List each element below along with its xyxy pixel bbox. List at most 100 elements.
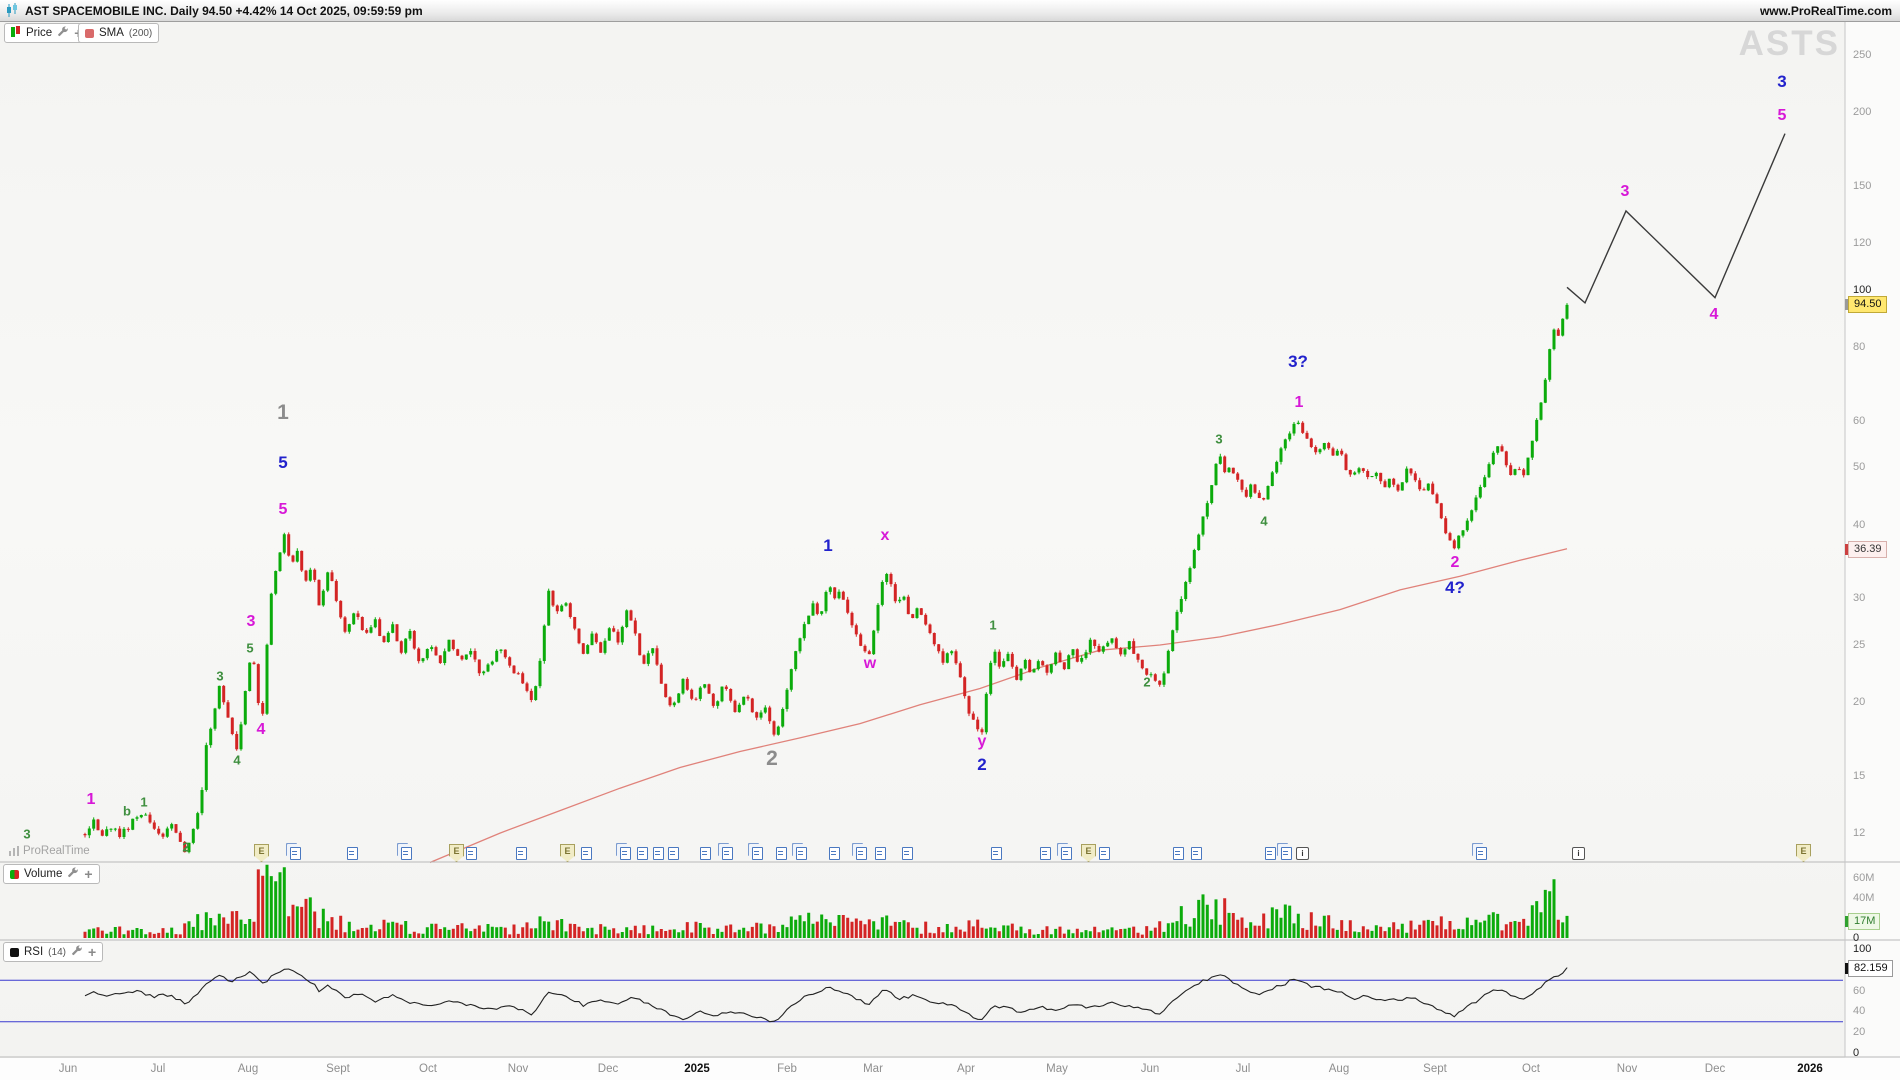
wave-label[interactable]: 3?: [1288, 352, 1308, 372]
news-event-icon[interactable]: [1040, 847, 1051, 860]
wave-label[interactable]: 1: [140, 795, 147, 810]
wave-label[interactable]: 2: [1451, 554, 1460, 572]
wave-label[interactable]: 4: [1710, 306, 1719, 324]
news-event-icon[interactable]: [1191, 847, 1202, 860]
news-event-icon[interactable]: [668, 847, 679, 860]
info-event-icon[interactable]: i: [1572, 847, 1585, 860]
price-indicator-chip[interactable]: Price +: [4, 23, 89, 43]
wave-label[interactable]: 1: [1295, 394, 1304, 412]
news-event-icon[interactable]: [1476, 847, 1487, 860]
news-event-icon[interactable]: [290, 847, 301, 860]
prorealtime-window: AST SPACEMOBILE INC. Daily 94.50 +4.42% …: [0, 0, 1900, 1080]
wave-label[interactable]: 4: [233, 753, 240, 768]
news-event-icon[interactable]: [1061, 847, 1072, 860]
chart-title: AST SPACEMOBILE INC. Daily 94.50 +4.42% …: [25, 4, 423, 18]
news-event-icon[interactable]: [902, 847, 913, 860]
news-event-icon[interactable]: [466, 847, 477, 860]
wave-label[interactable]: 3: [247, 613, 256, 631]
wave-label[interactable]: 2: [766, 747, 778, 771]
time-axis-label: 2026: [1797, 1063, 1823, 1075]
wave-projection-line: [1567, 134, 1785, 303]
price-axis-tick: 150: [1853, 180, 1871, 192]
time-axis-label: Sept: [326, 1063, 350, 1075]
wave-label[interactable]: b: [123, 804, 131, 819]
wave-label[interactable]: 4: [257, 721, 266, 739]
news-event-icon[interactable]: [637, 847, 648, 860]
news-event-icon[interactable]: [347, 847, 358, 860]
news-event-icon[interactable]: [1265, 847, 1276, 860]
price-axis-tick: 30: [1853, 592, 1865, 604]
price-axis-tick: 60: [1853, 415, 1865, 427]
volume-chip-label: Volume: [24, 868, 62, 880]
time-axis-label: Jul: [1236, 1063, 1251, 1075]
volume-indicator-chip[interactable]: Volume +: [3, 864, 100, 884]
wave-label[interactable]: 5: [278, 453, 287, 473]
news-event-icon[interactable]: [796, 847, 807, 860]
rsi-axis-tick: 20: [1853, 1026, 1865, 1038]
news-event-icon[interactable]: [752, 847, 763, 860]
rsi-axis-tick: 60: [1853, 985, 1865, 997]
add-indicator-icon[interactable]: +: [88, 947, 96, 957]
price-axis-tick: 15: [1853, 770, 1865, 782]
wave-label[interactable]: 3: [23, 827, 30, 842]
wave-label[interactable]: y: [978, 733, 987, 751]
news-event-icon[interactable]: [581, 847, 592, 860]
time-axis-label: Jun: [1141, 1063, 1160, 1075]
prorealtime-url: www.ProRealTime.com: [1760, 4, 1892, 18]
rsi-line: [85, 968, 1567, 1022]
rsi-value-label: 82.159: [1848, 960, 1893, 977]
wave-label[interactable]: 5: [1778, 107, 1787, 125]
wave-label[interactable]: 3: [216, 669, 223, 684]
candlestick-icon: [5, 3, 19, 18]
price-axis-tick: 100: [1853, 284, 1871, 296]
wave-label[interactable]: 5: [246, 641, 253, 656]
wave-label[interactable]: 1: [823, 536, 832, 556]
news-event-icon[interactable]: [856, 847, 867, 860]
news-event-icon[interactable]: [653, 847, 664, 860]
news-event-icon[interactable]: [1281, 847, 1292, 860]
wrench-icon[interactable]: [57, 26, 69, 41]
news-event-icon[interactable]: [722, 847, 733, 860]
wave-label[interactable]: 2: [182, 840, 189, 855]
price-axis-tick: 200: [1853, 106, 1871, 118]
wave-label[interactable]: 4: [1260, 514, 1267, 529]
news-event-icon[interactable]: [776, 847, 787, 860]
wave-label[interactable]: 1: [277, 401, 289, 425]
news-event-icon[interactable]: [1099, 847, 1110, 860]
volume-axis-tick: 60M: [1853, 872, 1874, 884]
wave-label[interactable]: 1: [87, 791, 96, 809]
rsi-axis-tick: 100: [1853, 943, 1871, 955]
wave-label[interactable]: 3: [1621, 183, 1630, 201]
news-event-icon[interactable]: [875, 847, 886, 860]
wrench-icon[interactable]: [67, 867, 79, 882]
wave-label[interactable]: 1: [989, 618, 996, 633]
news-event-icon[interactable]: [829, 847, 840, 860]
wrench-icon[interactable]: [71, 945, 83, 960]
rsi-color-swatch: [10, 948, 19, 957]
wave-label[interactable]: 2: [977, 755, 986, 775]
news-event-icon[interactable]: [516, 847, 527, 860]
time-axis-label: Oct: [1522, 1063, 1540, 1075]
sma-indicator-chip[interactable]: SMA (200): [78, 23, 159, 43]
wave-label[interactable]: 3: [1215, 432, 1222, 447]
wave-label[interactable]: 4?: [1445, 578, 1465, 598]
price-axis-tick: 12: [1853, 827, 1865, 839]
wave-label[interactable]: 5: [279, 501, 288, 519]
news-event-icon[interactable]: [1173, 847, 1184, 860]
info-event-icon[interactable]: i: [1296, 847, 1309, 860]
prorealtime-watermark: ProRealTime: [8, 845, 90, 857]
wave-label[interactable]: x: [881, 527, 890, 545]
volume-axis-tick: 40M: [1853, 892, 1874, 904]
news-event-icon[interactable]: [991, 847, 1002, 860]
rsi-indicator-chip[interactable]: RSI (14) +: [3, 942, 103, 962]
wave-label[interactable]: 3: [1777, 72, 1786, 92]
wave-label[interactable]: 2: [1143, 675, 1150, 690]
news-event-icon[interactable]: [620, 847, 631, 860]
volume-bars-up: [88, 865, 1569, 938]
news-event-icon[interactable]: [401, 847, 412, 860]
wave-label[interactable]: w: [864, 655, 876, 673]
rsi-chip-label: RSI: [24, 946, 43, 958]
chart-canvas[interactable]: [0, 0, 1900, 1080]
news-event-icon[interactable]: [700, 847, 711, 860]
add-indicator-icon[interactable]: +: [84, 869, 92, 879]
